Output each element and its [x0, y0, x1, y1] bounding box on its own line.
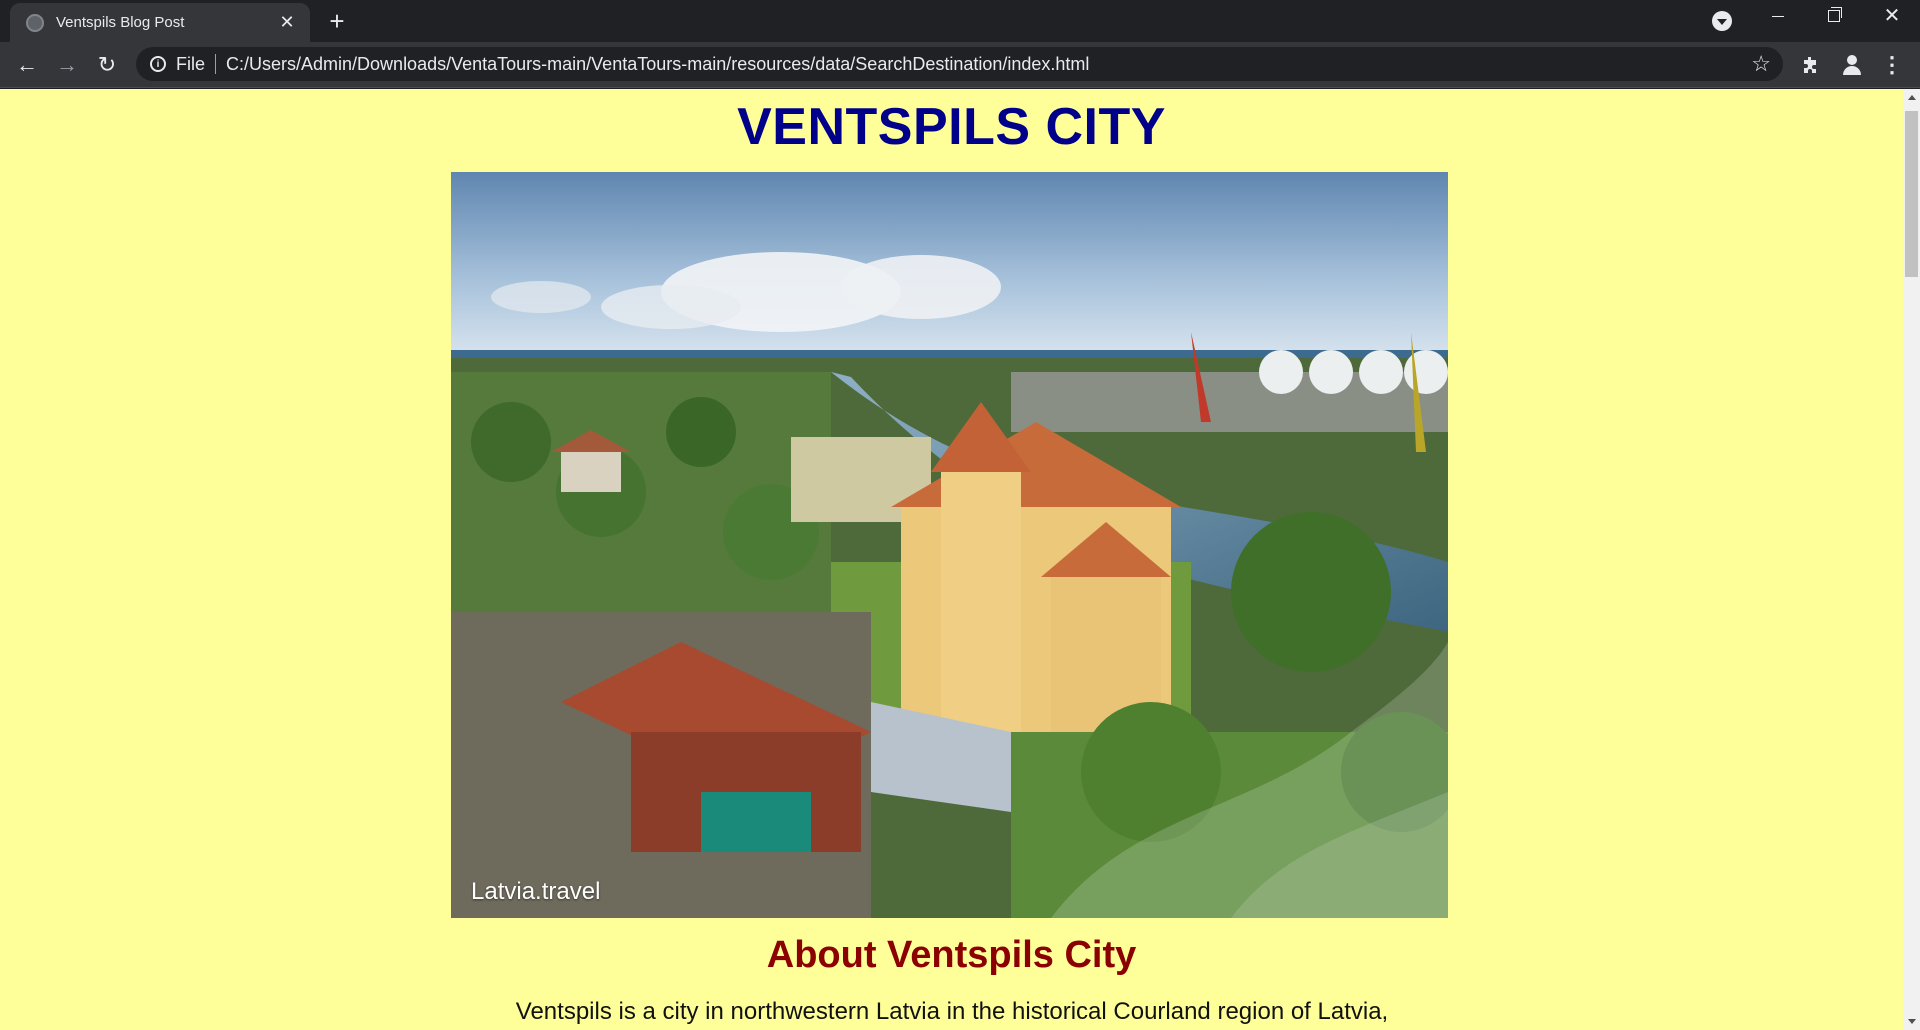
- minimize-button[interactable]: [1750, 0, 1806, 38]
- new-tab-button[interactable]: +: [322, 7, 352, 37]
- section-title: About Ventspils City: [766, 934, 1137, 976]
- extensions-icon[interactable]: [1797, 51, 1825, 79]
- tab-search-icon[interactable]: [1712, 11, 1732, 31]
- url-scheme-label: File: [176, 53, 206, 74]
- page-viewport: VENTSPILS CITY Latvia.travel About Vents…: [0, 89, 1920, 1030]
- url-separator: [215, 54, 217, 74]
- address-bar[interactable]: i File C:/Users/Admin/Downloads/VentaTou…: [136, 47, 1783, 81]
- browser-toolbar: ← → ↻ i File C:/Users/Admin/Downloads/Ve…: [0, 42, 1920, 88]
- restore-button[interactable]: [1806, 0, 1862, 38]
- globe-icon: [26, 13, 44, 32]
- tab-title: Ventspils Blog Post: [56, 14, 185, 31]
- aerial-city-photo: [451, 172, 1448, 918]
- url-text[interactable]: C:/Users/Admin/Downloads/VentaTours-main…: [226, 54, 1089, 75]
- scroll-up-arrow-icon[interactable]: [1903, 89, 1920, 106]
- intro-paragraph: Ventspils is a city in northwestern Latv…: [515, 998, 1389, 1025]
- reload-icon[interactable]: ↻: [92, 50, 122, 80]
- vertical-scrollbar[interactable]: [1903, 89, 1920, 1030]
- bookmark-star-icon[interactable]: ☆: [1751, 51, 1771, 77]
- back-arrow-icon[interactable]: ←: [12, 50, 42, 80]
- page-title: VENTSPILS CITY: [737, 98, 1166, 156]
- browser-tab[interactable]: Ventspils Blog Post ✕: [10, 3, 310, 42]
- tab-strip: Ventspils Blog Post ✕ + ✕: [0, 0, 1920, 42]
- scroll-thumb[interactable]: [1905, 111, 1918, 277]
- scroll-down-arrow-icon[interactable]: [1903, 1013, 1920, 1030]
- close-tab-icon[interactable]: ✕: [276, 12, 298, 34]
- kebab-menu-icon[interactable]: ⋮: [1878, 51, 1906, 79]
- image-credit: Latvia.travel: [471, 878, 601, 905]
- forward-arrow-icon[interactable]: →: [52, 50, 82, 80]
- hero-image: Latvia.travel: [451, 172, 1448, 918]
- info-icon[interactable]: i: [150, 56, 166, 72]
- profile-icon[interactable]: [1838, 51, 1866, 79]
- close-window-button[interactable]: ✕: [1864, 0, 1920, 34]
